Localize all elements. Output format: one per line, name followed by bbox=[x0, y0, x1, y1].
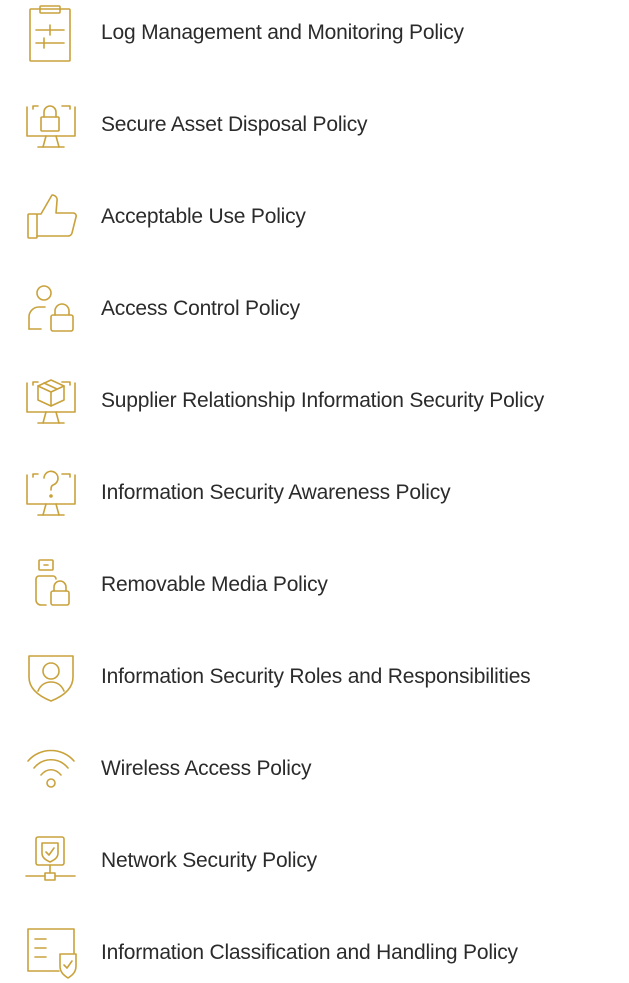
user-lock-icon bbox=[24, 279, 80, 339]
monitor-box-icon bbox=[24, 371, 80, 431]
policy-label: Acceptable Use Policy bbox=[101, 205, 306, 228]
network-shield-icon bbox=[24, 831, 80, 891]
policy-item-classification-handling[interactable]: Information Classification and Handling … bbox=[0, 923, 629, 983]
policy-item-supplier-relationship[interactable]: Supplier Relationship Information Securi… bbox=[0, 371, 629, 431]
policy-label: Information Classification and Handling … bbox=[101, 941, 518, 964]
policy-item-secure-asset-disposal[interactable]: Secure Asset Disposal Policy bbox=[0, 95, 629, 155]
clipboard-sliders-icon bbox=[24, 3, 80, 63]
policy-label: Access Control Policy bbox=[101, 297, 300, 320]
policy-label: Network Security Policy bbox=[101, 849, 317, 872]
monitor-lock-icon bbox=[24, 95, 80, 155]
policy-item-removable-media[interactable]: Removable Media Policy bbox=[0, 555, 629, 615]
policy-label: Wireless Access Policy bbox=[101, 757, 312, 780]
policy-item-network-security[interactable]: Network Security Policy bbox=[0, 831, 629, 891]
document-shield-icon bbox=[24, 923, 80, 983]
policy-item-acceptable-use[interactable]: Acceptable Use Policy bbox=[0, 187, 629, 247]
policy-item-log-management[interactable]: Log Management and Monitoring Policy bbox=[0, 3, 629, 63]
policy-label: Supplier Relationship Information Securi… bbox=[101, 389, 545, 412]
thumbs-up-icon bbox=[24, 187, 80, 247]
policy-item-roles-responsibilities[interactable]: Information Security Roles and Responsib… bbox=[0, 647, 629, 707]
wifi-icon bbox=[24, 739, 80, 799]
policy-label: Secure Asset Disposal Policy bbox=[101, 113, 368, 136]
policy-label: Information Security Roles and Responsib… bbox=[101, 665, 531, 688]
policy-item-access-control[interactable]: Access Control Policy bbox=[0, 279, 629, 339]
shield-user-icon bbox=[24, 647, 80, 707]
policy-label: Removable Media Policy bbox=[101, 573, 328, 596]
monitor-question-icon bbox=[24, 463, 80, 523]
usb-lock-icon bbox=[24, 555, 80, 615]
policy-label: Information Security Awareness Policy bbox=[101, 481, 451, 504]
policy-label: Log Management and Monitoring Policy bbox=[101, 21, 464, 44]
policy-item-security-awareness[interactable]: Information Security Awareness Policy bbox=[0, 463, 629, 523]
policy-item-wireless-access[interactable]: Wireless Access Policy bbox=[0, 739, 629, 799]
